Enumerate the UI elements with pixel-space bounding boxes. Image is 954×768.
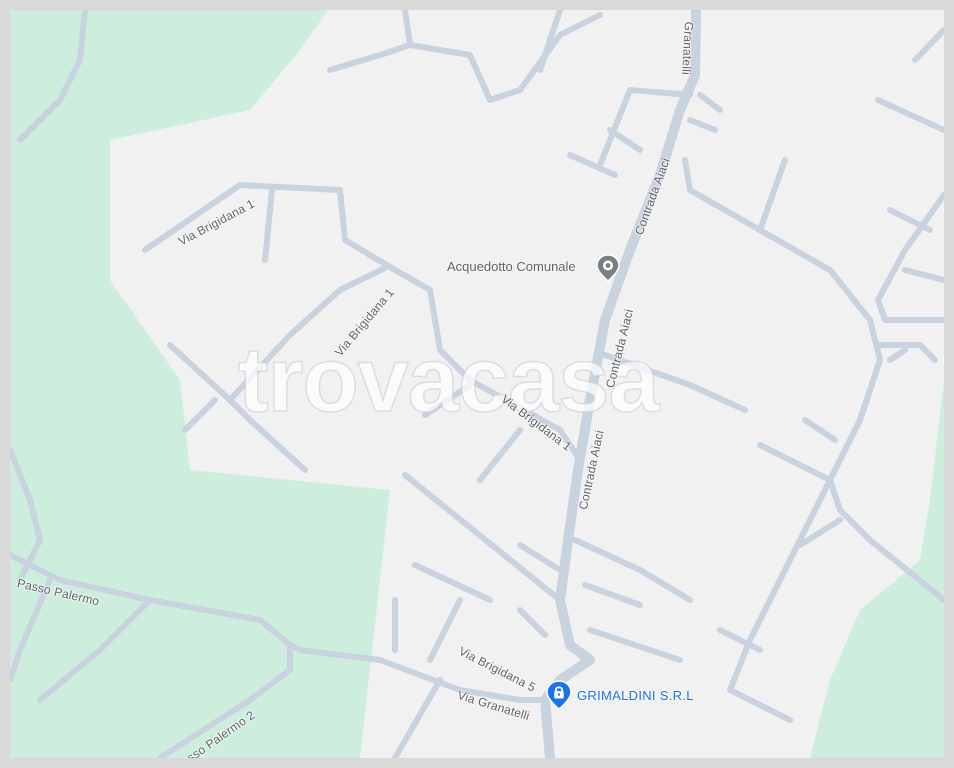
lock-pin-icon[interactable] [546, 680, 572, 715]
map-canvas[interactable]: trovacasa Granatelli Contrada Aiaci Cont… [10, 10, 944, 758]
street-label-granatelli-top: Granatelli [679, 21, 696, 76]
place-pin-icon[interactable] [596, 254, 620, 287]
watermark-text: trovacasa [237, 328, 660, 432]
business-label-grimaldini[interactable]: GRIMALDINI S.R.L [577, 688, 694, 703]
poi-label-acquedotto[interactable]: Acquedotto Comunale [447, 259, 576, 274]
